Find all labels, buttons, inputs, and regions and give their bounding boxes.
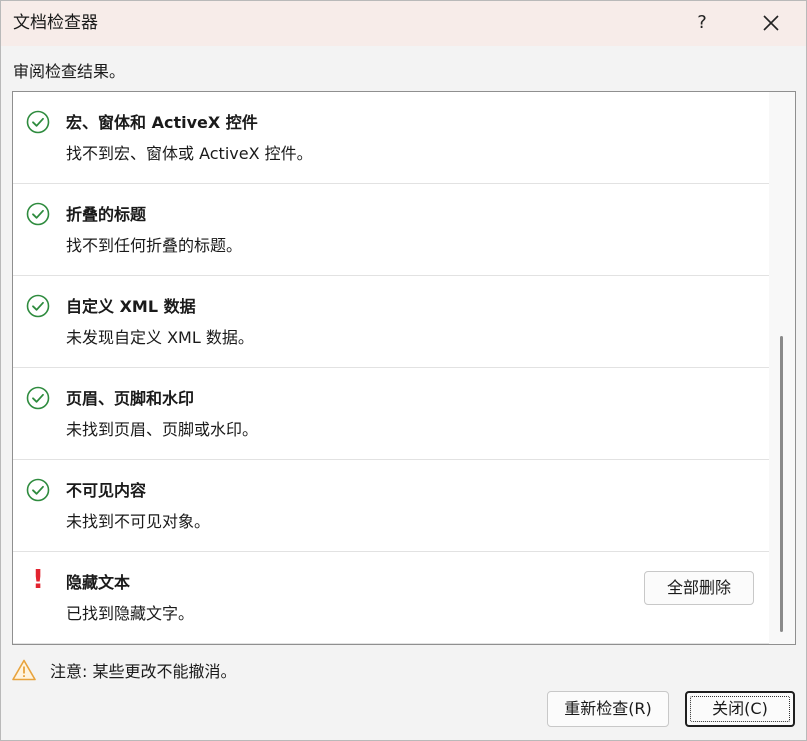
document-inspector-dialog: 文档检查器 ? 审阅检查结果。 宏、窗体和 ActiveX 控件 找不到宏、窗体… — [0, 0, 807, 741]
help-button[interactable]: ? — [687, 7, 717, 39]
result-item-headers-footers: 页眉、页脚和水印 未找到页眉、页脚或水印。 — [13, 368, 769, 460]
check-circle-icon — [26, 294, 50, 318]
exclamation-icon: ! — [32, 565, 44, 595]
result-description: 未找到不可见对象。 — [66, 512, 211, 531]
dialog-title: 文档检查器 — [13, 13, 98, 33]
result-item-invisible-content: 不可见内容 未找到不可见对象。 — [13, 460, 769, 552]
result-description: 未发现自定义 XML 数据。 — [66, 328, 254, 347]
result-title: 页眉、页脚和水印 — [66, 389, 195, 408]
result-description: 已找到隐藏文字。 — [66, 604, 195, 623]
result-title: 自定义 XML 数据 — [66, 297, 196, 316]
instructions-text: 审阅检查结果。 — [13, 62, 126, 81]
result-title: 隐藏文本 — [66, 573, 131, 592]
close-window-button[interactable] — [753, 7, 789, 39]
result-description: 找不到任何折叠的标题。 — [66, 236, 243, 255]
warning-text: 注意: 某些更改不能撤消。 — [50, 662, 237, 681]
close-button[interactable]: 关闭(C) — [685, 691, 795, 727]
remove-all-button[interactable]: 全部删除 — [644, 571, 754, 605]
warning-triangle-icon — [12, 659, 36, 681]
result-item-custom-xml: 自定义 XML 数据 未发现自定义 XML 数据。 — [13, 276, 769, 368]
result-description: 找不到宏、窗体或 ActiveX 控件。 — [66, 144, 313, 163]
focus-ring — [690, 696, 790, 722]
close-icon — [763, 15, 779, 31]
result-item-activex: 宏、窗体和 ActiveX 控件 找不到宏、窗体或 ActiveX 控件。 — [13, 92, 769, 184]
result-description: 未找到页眉、页脚或水印。 — [66, 420, 259, 439]
result-title: 不可见内容 — [66, 481, 147, 500]
results-panel: 宏、窗体和 ActiveX 控件 找不到宏、窗体或 ActiveX 控件。 折叠… — [12, 91, 796, 645]
check-circle-icon — [26, 202, 50, 226]
check-circle-icon — [26, 386, 50, 410]
result-item-hidden-text: ! 隐藏文本 已找到隐藏文字。 全部删除 — [13, 552, 769, 644]
result-item-collapsed-headings: 折叠的标题 找不到任何折叠的标题。 — [13, 184, 769, 276]
check-circle-icon — [26, 478, 50, 502]
result-title: 折叠的标题 — [66, 205, 147, 224]
title-bar: 文档检查器 ? — [1, 1, 806, 46]
check-circle-icon — [26, 110, 50, 134]
results-scrollbar[interactable] — [769, 92, 795, 644]
results-list: 宏、窗体和 ActiveX 控件 找不到宏、窗体或 ActiveX 控件。 折叠… — [13, 92, 769, 644]
result-title: 宏、窗体和 ActiveX 控件 — [66, 113, 258, 132]
scrollbar-thumb[interactable] — [780, 336, 783, 632]
reinspect-button[interactable]: 重新检查(R) — [547, 691, 669, 727]
